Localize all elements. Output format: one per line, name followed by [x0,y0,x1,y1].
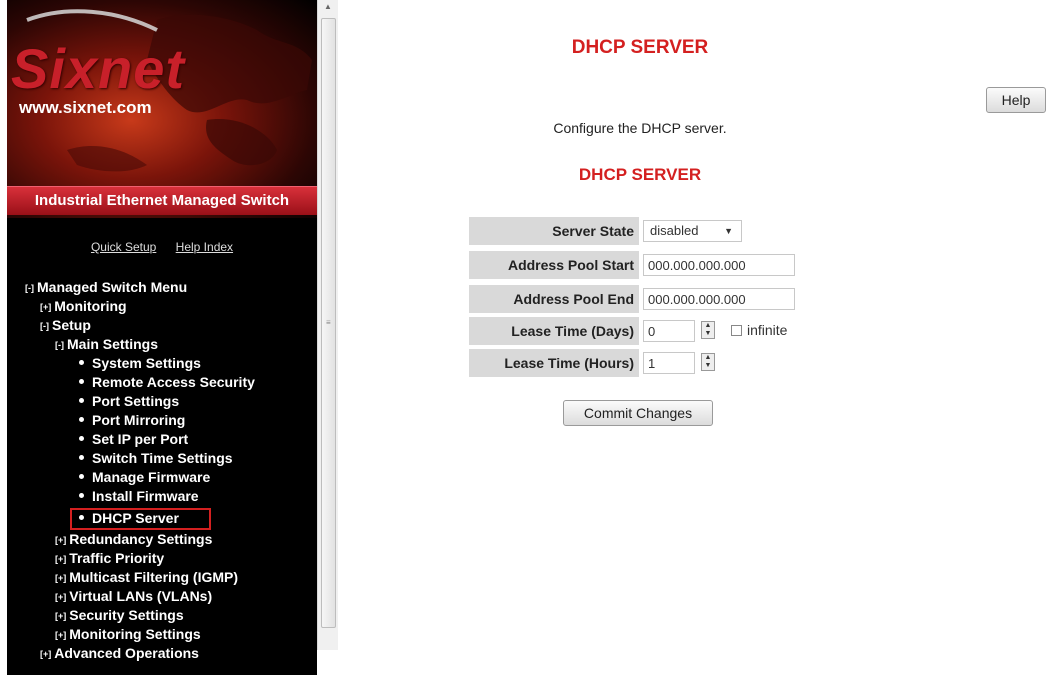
quick-setup-link[interactable]: Quick Setup [91,240,156,254]
menu-virtual-lans[interactable]: [+] Virtual LANs (VLANs) [55,587,212,607]
menu-redundancy-settings-label: Redundancy Settings [69,531,213,547]
collapse-toggle[interactable]: [-] [25,283,34,293]
address-pool-end-label: Address Pool End [469,285,639,313]
expand-toggle[interactable]: [+] [40,649,51,659]
menu-multicast-filtering-label: Multicast Filtering (IGMP) [69,569,239,585]
expand-toggle[interactable]: [+] [55,554,66,564]
lease-time-days-label: Lease Time (Days) [469,317,639,345]
menu-setup-label: Setup [52,317,91,333]
commit-changes-button[interactable]: Commit Changes [563,400,713,426]
menu-multicast-filtering[interactable]: [+] Multicast Filtering (IGMP) [55,568,238,588]
expand-toggle[interactable]: [+] [55,611,66,621]
banner: Sixnet www.sixnet.com Industrial Etherne… [7,0,317,218]
lease-time-days-input[interactable] [643,320,695,342]
infinite-checkbox[interactable] [731,325,742,336]
menu-item-remote-access-security[interactable]: Remote Access Security [79,373,255,392]
expand-toggle[interactable]: [+] [55,630,66,640]
site-url: www.sixnet.com [19,98,152,117]
sidebar: Sixnet www.sixnet.com Industrial Etherne… [7,0,317,675]
menu-advanced-operations-label: Advanced Operations [54,645,199,661]
lease-time-hours-label: Lease Time (Hours) [469,349,639,377]
expand-toggle[interactable]: [+] [55,535,66,545]
page-description: Configure the DHCP server. [553,120,727,136]
expand-toggle[interactable]: [+] [40,302,51,312]
address-pool-start-input[interactable] [643,254,795,276]
spinner-arrows-icon[interactable]: ▲ ▼ [701,353,715,371]
selected-item-highlight [70,508,211,530]
address-pool-start-label: Address Pool Start [469,251,639,279]
main-content: DHCP SERVER Help Configure the DHCP serv… [340,0,1063,675]
menu-main-settings[interactable]: [-] Main Settings [55,335,158,355]
menu-redundancy-settings[interactable]: [+] Redundancy Settings [55,530,212,550]
banner-title: Industrial Ethernet Managed Switch [7,186,317,215]
spinner-arrows-icon[interactable]: ▲ ▼ [701,321,715,339]
menu-item-switch-time-settings[interactable]: Switch Time Settings [79,449,233,468]
menu-item-set-ip-per-port[interactable]: Set IP per Port [79,430,188,449]
menu-virtual-lans-label: Virtual LANs (VLANs) [69,588,213,604]
page-title: DHCP SERVER [571,37,709,58]
sixnet-logo: Sixnet [11,37,186,100]
server-state-row: Server State disabled ▼ [469,217,829,245]
section-title: DHCP SERVER [578,165,702,184]
menu-traffic-priority[interactable]: [+] Traffic Priority [55,549,164,569]
menu-main-settings-label: Main Settings [67,336,159,352]
menu-monitoring-settings[interactable]: [+] Monitoring Settings [55,625,201,645]
infinite-label: infinite [747,322,788,338]
menu-root-label: Managed Switch Menu [37,279,188,295]
quick-links: Quick Setup Help Index [7,240,317,254]
menu-security-settings[interactable]: [+] Security Settings [55,606,184,626]
scroll-thumb[interactable]: ≡ [321,18,336,628]
menu-setup[interactable]: [-] Setup [40,316,91,336]
menu-monitoring-label: Monitoring [54,298,127,314]
menu-security-settings-label: Security Settings [69,607,184,623]
menu-monitoring-settings-label: Monitoring Settings [69,626,201,642]
grip-icon: ≡ [326,318,331,327]
menu-item-port-settings[interactable]: Port Settings [79,392,179,411]
lease-time-hours-input[interactable] [643,352,695,374]
chevron-down-icon: ▼ [724,226,733,236]
scroll-up-arrow-icon[interactable]: ▲ [318,0,338,14]
address-pool-end-row: Address Pool End [469,285,829,313]
expand-toggle[interactable]: [+] [55,592,66,602]
expand-toggle[interactable]: [+] [55,573,66,583]
server-state-value: disabled [650,223,699,238]
menu-advanced-operations[interactable]: [+] Advanced Operations [40,644,199,664]
menu-item-system-settings[interactable]: System Settings [79,354,201,373]
collapse-toggle[interactable]: [-] [40,321,49,331]
address-pool-start-row: Address Pool Start [469,251,829,279]
menu-item-manage-firmware[interactable]: Manage Firmware [79,468,210,487]
lease-time-hours-row: Lease Time (Hours) ▲▼ [469,349,829,377]
collapse-toggle[interactable]: [-] [55,340,64,350]
menu-traffic-priority-label: Traffic Priority [69,550,165,566]
help-button[interactable]: Help [986,87,1046,113]
help-index-link[interactable]: Help Index [176,240,233,254]
server-state-label: Server State [469,217,639,245]
server-state-select[interactable]: disabled ▼ [643,220,742,242]
menu-root[interactable]: [-] Managed Switch Menu [25,278,187,298]
lease-time-days-row: Lease Time (Days) ▲▼ infinite [469,317,829,345]
sidebar-scrollbar[interactable]: ▲ ≡ [317,0,338,650]
menu-item-port-mirroring[interactable]: Port Mirroring [79,411,185,430]
address-pool-end-input[interactable] [643,288,795,310]
menu-item-install-firmware[interactable]: Install Firmware [79,487,199,506]
menu-monitoring[interactable]: [+] Monitoring [40,297,127,317]
